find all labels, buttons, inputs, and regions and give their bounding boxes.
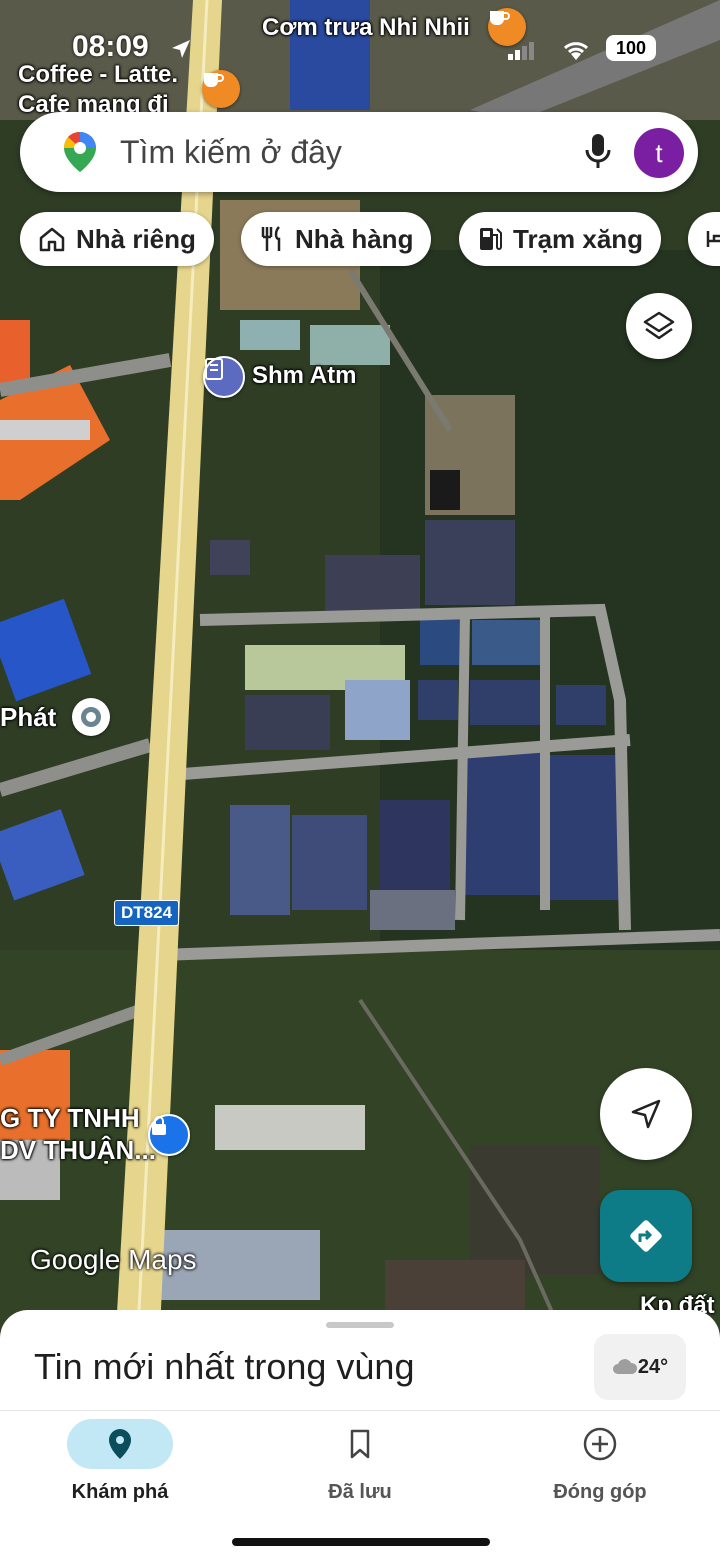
poi-label-line: DV THUẬN... (0, 1135, 156, 1165)
search-input[interactable]: Tìm kiếm ở đây (120, 134, 342, 171)
chip-label: Nhà hàng (295, 223, 414, 254)
place-icon[interactable] (72, 698, 110, 736)
nav-explore-indicator (67, 1419, 173, 1469)
home-indicator[interactable] (232, 1538, 490, 1546)
lock-icon[interactable] (148, 1114, 190, 1156)
location-arrow-icon (172, 40, 190, 58)
nav-saved-indicator (307, 1419, 413, 1469)
directions-icon (630, 1220, 662, 1252)
poi-label-coffee-latte[interactable]: Coffee - Latte. Cafe mang đi (18, 60, 178, 120)
nav-label: Đã lưu (328, 1481, 392, 1503)
poi-label-line: G TY TNHH (0, 1103, 140, 1133)
nav-explore[interactable]: Khám phá (0, 1411, 240, 1521)
atm-icon[interactable] (203, 356, 245, 398)
add-circle-icon (583, 1427, 617, 1461)
chip-restaurant[interactable]: Nhà hàng (241, 212, 432, 266)
poi-label-phat[interactable]: Phát (0, 702, 56, 733)
chip-label: Trạm xăng (513, 223, 644, 254)
weather-badge[interactable]: 24° (594, 1334, 686, 1400)
weather-temp: 24° (637, 1355, 669, 1378)
poi-label-cong-ty[interactable]: G TY TNHH DV THUẬN... (0, 1102, 156, 1166)
home-icon (39, 227, 65, 252)
gas-station-icon (480, 228, 502, 250)
chip-label: Nhà riêng (76, 223, 196, 254)
nav-contribute[interactable]: Đóng góp (480, 1411, 720, 1521)
battery-indicator: 100 (606, 35, 656, 61)
poi-label-shm-atm[interactable]: Shm Atm (252, 362, 356, 390)
google-maps-logo-icon (63, 131, 96, 172)
status-time: 08:09 (72, 30, 149, 63)
microphone-icon[interactable] (584, 132, 612, 172)
nav-saved[interactable]: Đã lưu (240, 1411, 480, 1521)
explore-pin-icon (109, 1429, 131, 1459)
navigation-arrow-icon (631, 1099, 661, 1129)
layers-icon (643, 311, 675, 340)
nav-contribute-indicator (547, 1419, 653, 1469)
wifi-icon (563, 42, 589, 60)
poi-label-com-trua[interactable]: Cơm trưa Nhi Nhii (262, 14, 470, 42)
avatar[interactable]: t (634, 128, 684, 178)
sheet-drag-handle[interactable] (326, 1322, 394, 1328)
layers-button[interactable] (626, 293, 692, 359)
chip-gas-station[interactable]: Trạm xăng (459, 212, 662, 266)
chip-home[interactable]: Nhà riêng (20, 212, 214, 266)
road-shield: DT824 (114, 900, 180, 926)
search-bar[interactable]: Tìm kiếm ở đây t (20, 112, 698, 192)
bookmark-icon (350, 1429, 370, 1459)
directions-button[interactable] (600, 1190, 692, 1282)
poi-label-line: Coffee - Latte. (18, 61, 179, 88)
restaurant-icon (261, 226, 281, 251)
hotel-icon (706, 231, 720, 247)
cafe-icon[interactable] (202, 70, 240, 108)
google-maps-watermark: Google Maps (30, 1244, 197, 1275)
nav-label: Khám phá (71, 1481, 169, 1503)
sheet-title: Tin mới nhất trong vùng (34, 1346, 415, 1387)
cloud-icon (612, 1359, 637, 1374)
nav-label: Đóng góp (553, 1481, 647, 1503)
cellular-signal-icon (508, 42, 534, 60)
bottom-sheet[interactable]: Tin mới nhất trong vùng 24° (0, 1310, 720, 1420)
my-location-button[interactable] (600, 1068, 692, 1160)
